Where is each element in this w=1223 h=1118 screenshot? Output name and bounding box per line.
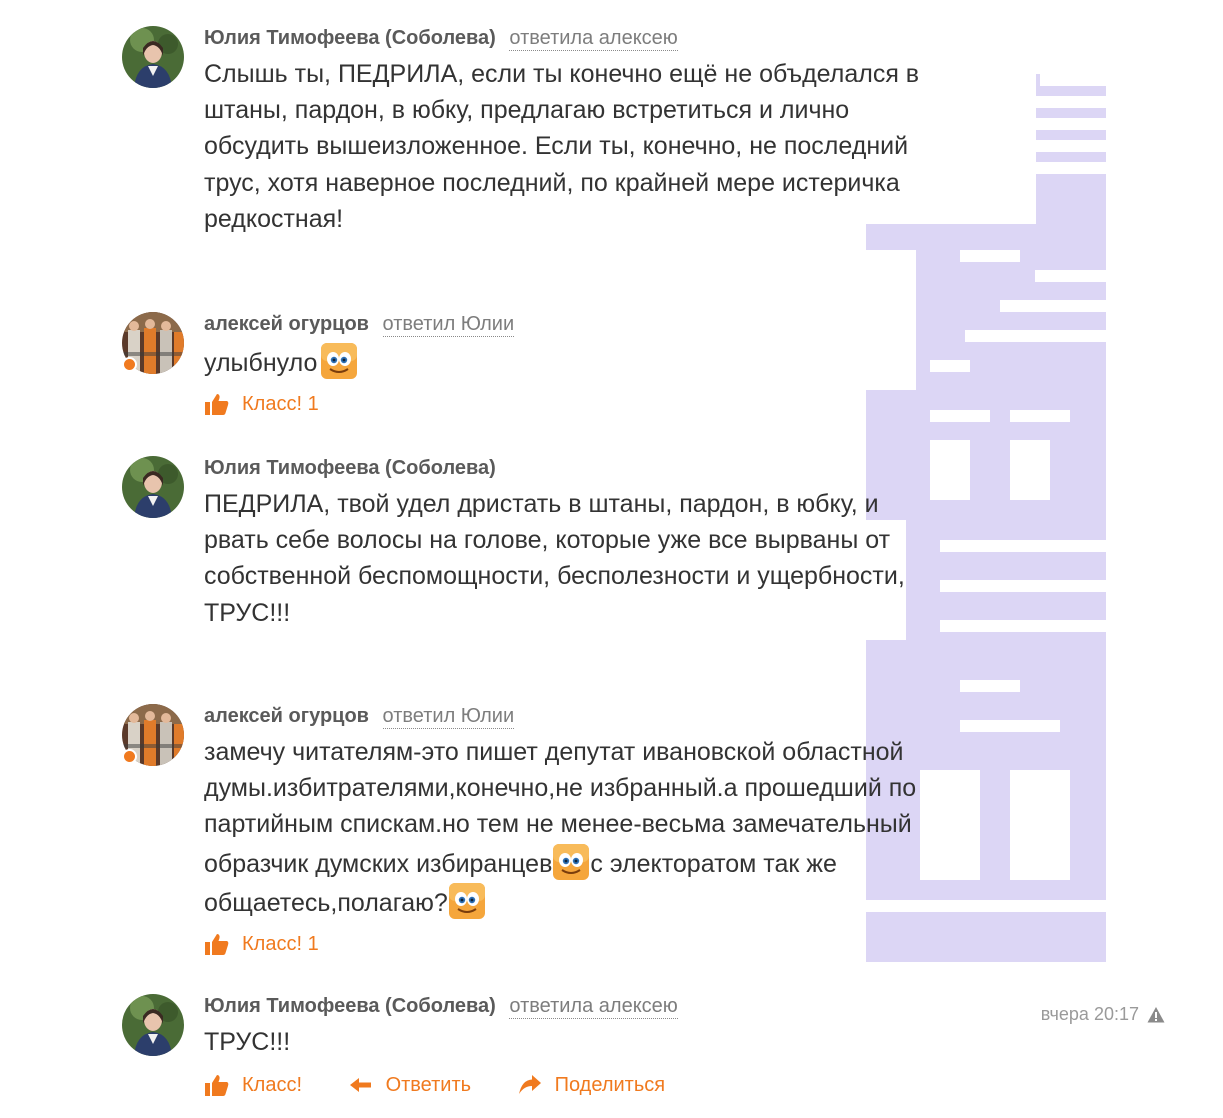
online-status-dot: [122, 357, 137, 372]
comment-text: Слышь ты, ПЕДРИЛА, если ты конечно ещё н…: [204, 56, 1004, 237]
comment-text-fragment: с электоратом так же: [590, 849, 837, 878]
like-button[interactable]: Класс! 1: [204, 929, 319, 959]
comment-text-line: ПЕДРИЛА, твой удел дристать в штаны, пар…: [204, 490, 879, 518]
reply-to-link[interactable]: ответила алексею: [509, 27, 678, 51]
comment-text-line: образчик думских избиранцев с электорато…: [204, 843, 1004, 882]
like-label: Класс!: [242, 1074, 302, 1097]
comments-feed: Юлия Тимофеева (Соболева) ответила алекс…: [0, 0, 1223, 1118]
comment-text-line: редкостная!: [204, 204, 344, 233]
author-name[interactable]: алексей огурцов: [204, 705, 369, 727]
comment-body: алексей огурцов ответил Юлии улыбнуло Кл…: [204, 312, 1004, 419]
comment-text-line: обсудить вышеизложенное. Если ты, конечн…: [204, 132, 909, 161]
thumbs-up-icon: [205, 1075, 229, 1097]
comment-meta: алексей огурцов ответил Юлии: [204, 704, 1004, 729]
avatar[interactable]: [122, 994, 184, 1056]
smiley-emoji: [448, 882, 486, 920]
avatar-woman-icon: [122, 994, 184, 1056]
comment-text-line: ТРУС!!!: [204, 1028, 291, 1056]
like-button[interactable]: Класс!: [204, 1070, 302, 1100]
comment-text: замечу читателям-это пишет депутат ивано…: [204, 734, 1004, 921]
comment-actions: Класс! Ответить Поделиться: [204, 1070, 1004, 1100]
comment-text-line: общаетесь,полагаю?: [204, 882, 1004, 921]
share-arrow-icon: [518, 1075, 541, 1095]
comment-text-fragment: образчик думских избиранцев: [204, 849, 553, 878]
comment-text: ПЕДРИЛА, твой удел дристать в штаны, пар…: [204, 486, 1004, 631]
author-name[interactable]: Юлия Тимофеева (Соболева): [204, 27, 496, 49]
author-name[interactable]: Юлия Тимофеева (Соболева): [204, 995, 496, 1017]
comment-body: Юлия Тимофеева (Соболева) ответила алекс…: [204, 994, 1004, 1100]
comment-body: алексей огурцов ответил Юлии замечу чита…: [204, 704, 1004, 959]
like-count: 1: [307, 933, 319, 956]
share-button[interactable]: Поделиться: [517, 1070, 665, 1100]
comment-text-line: думы.избитрателями,конечно,не избранный.…: [204, 774, 917, 803]
comment-timestamp: вчера 20:17: [1041, 1004, 1165, 1025]
comment-meta: Юлия Тимофеева (Соболева) ответила алекс…: [204, 26, 1004, 51]
reply-to-link[interactable]: ответила алексею: [509, 995, 678, 1019]
timestamp-text: вчера 20:17: [1040, 1004, 1139, 1024]
avatar[interactable]: [122, 26, 184, 88]
avatar[interactable]: [122, 704, 184, 766]
comment-actions: Класс! 1: [204, 389, 1004, 419]
comment-actions: Класс! 1: [204, 929, 1004, 959]
thumbs-up-icon: [205, 394, 229, 416]
warning-icon[interactable]: [1147, 1006, 1165, 1024]
like-label: Класс!: [242, 933, 302, 956]
avatar[interactable]: [122, 312, 184, 374]
reply-to-link[interactable]: ответил Юлии: [382, 313, 515, 337]
comment-text-line: рвать себе волосы на голове, которые уже…: [204, 526, 891, 555]
smiley-emoji: [320, 342, 358, 380]
online-status-dot: [122, 749, 137, 764]
comment-text-line: замечу читателям-это пишет депутат ивано…: [204, 738, 904, 766]
reply-arrow-icon: [349, 1078, 371, 1093]
avatar-woman-icon: [122, 26, 184, 88]
reply-button[interactable]: Ответить: [348, 1070, 472, 1100]
comment-text-line: улыбнуло: [204, 349, 318, 377]
comment-meta: Юлия Тимофеева (Соболева): [204, 456, 1004, 480]
comment-text-fragment: общаетесь,полагаю?: [204, 888, 448, 917]
comment-text-line: Слышь ты, ПЕДРИЛА, если ты конечно ещё н…: [204, 60, 920, 88]
comment-body: Юлия Тимофеева (Соболева) ответила алекс…: [204, 26, 1004, 237]
comment-text-line: трус, хотя наверное последний, по крайне…: [204, 168, 900, 197]
comment-meta: Юлия Тимофеева (Соболева) ответила алекс…: [204, 994, 1004, 1019]
comment-text-line: партийным спискам.но тем не менее-весьма…: [204, 810, 912, 839]
reply-to-link[interactable]: ответил Юлии: [382, 705, 515, 729]
thumbs-up-icon: [205, 934, 229, 956]
comment-text: улыбнуло: [204, 342, 1004, 381]
comment-text-line: штаны, пардон, в юбку, предлагаю встрети…: [204, 96, 850, 125]
like-count: 1: [307, 393, 319, 416]
comment-text-line: ТРУС!!!: [204, 598, 291, 627]
avatar-woman-icon: [122, 456, 184, 518]
reply-label: Ответить: [385, 1074, 472, 1097]
author-name[interactable]: алексей огурцов: [204, 313, 369, 335]
smiley-emoji: [552, 843, 590, 881]
comment-meta: алексей огурцов ответил Юлии: [204, 312, 1004, 337]
avatar[interactable]: [122, 456, 184, 518]
author-name[interactable]: Юлия Тимофеева (Соболева): [204, 457, 496, 479]
share-label: Поделиться: [554, 1074, 666, 1097]
like-button[interactable]: Класс! 1: [204, 389, 319, 419]
comment-text-line: собственной беспомощности, бесполезности…: [204, 562, 905, 591]
comment-body: Юлия Тимофеева (Соболева) ПЕДРИЛА, твой …: [204, 456, 1004, 631]
like-label: Класс!: [242, 393, 302, 416]
comment-text: ТРУС!!!: [204, 1024, 1004, 1060]
